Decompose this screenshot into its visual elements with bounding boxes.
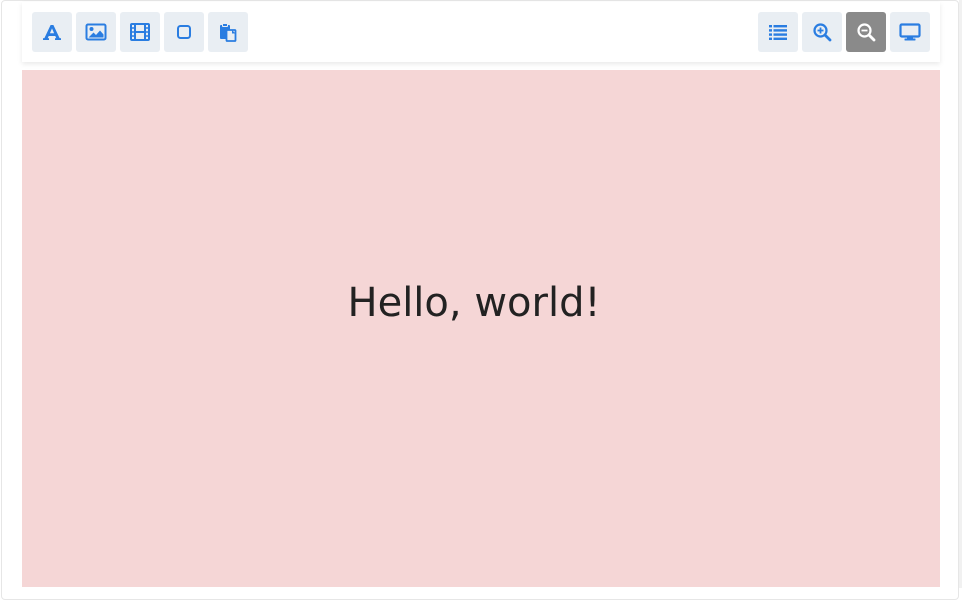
- image-icon: [85, 22, 107, 42]
- film-icon: [129, 22, 151, 42]
- zoom-in-icon: [812, 22, 832, 42]
- list-icon: [768, 23, 788, 41]
- monitor-icon: [899, 22, 921, 42]
- slide-text[interactable]: Hello, world!: [22, 280, 926, 326]
- toolbar: [22, 2, 940, 62]
- image-tool-button[interactable]: [76, 12, 116, 52]
- text-tool-button[interactable]: [32, 12, 72, 52]
- slide-canvas[interactable]: Hello, world!: [22, 70, 940, 587]
- zoom-out-button[interactable]: [846, 12, 886, 52]
- preview-button[interactable]: [890, 12, 930, 52]
- list-view-button[interactable]: [758, 12, 798, 52]
- shape-tool-button[interactable]: [164, 12, 204, 52]
- font-icon: [42, 22, 62, 42]
- video-tool-button[interactable]: [120, 12, 160, 52]
- zoom-in-button[interactable]: [802, 12, 842, 52]
- zoom-out-icon: [856, 22, 876, 42]
- paste-icon: [218, 22, 238, 42]
- square-icon: [175, 23, 193, 41]
- paste-tool-button[interactable]: [208, 12, 248, 52]
